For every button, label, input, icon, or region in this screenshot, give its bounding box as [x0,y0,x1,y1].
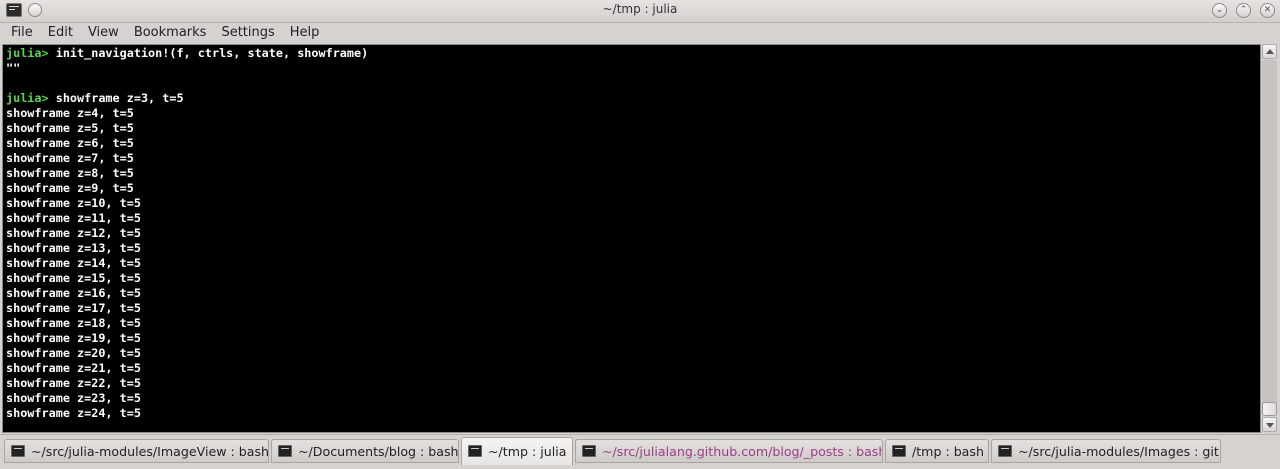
tab-tmp-bash[interactable]: /tmp : bash [885,439,989,463]
terminal-text: showframe z=24, t=5 [6,406,141,420]
terminal-line: showframe z=9, t=5 [6,181,368,196]
minimize-icon[interactable]: ⌄ [1212,3,1227,18]
tab-images-git[interactable]: ~/src/julia-modules/Images : git [991,439,1221,463]
terminal-line: julia> init_navigation!(f, ctrls, state,… [6,46,368,61]
terminal-text: showframe z=16, t=5 [6,286,141,300]
terminal-text: showframe z=11, t=5 [6,211,141,225]
terminal-line: showframe z=14, t=5 [6,256,368,271]
terminal-line: showframe z=13, t=5 [6,241,368,256]
scroll-down-icon[interactable] [1262,417,1277,432]
terminal-text: showframe z=12, t=5 [6,226,141,240]
terminal-line: showframe z=10, t=5 [6,196,368,211]
title-bar[interactable]: ~/tmp : julia ⌄ ⌃ ✕ [0,0,1280,23]
terminal-text: showframe z=17, t=5 [6,301,141,315]
menu-help[interactable]: Help [283,23,327,43]
terminal-text: showframe z=3, t=5 [55,91,184,105]
terminal-line: showframe z=8, t=5 [6,166,368,181]
terminal-line: "" [6,61,368,76]
tab-posts-bash[interactable]: ~/src/julialang.github.com/blog/_posts :… [575,439,883,463]
terminal-text: showframe z=15, t=5 [6,271,141,285]
terminal-text: showframe z=7, t=5 [6,151,134,165]
terminal-text: showframe z=5, t=5 [6,121,134,135]
terminal-line: showframe z=22, t=5 [6,376,368,391]
terminal-text: showframe z=9, t=5 [6,181,134,195]
terminal-text: showframe z=8, t=5 [6,166,134,180]
terminal-scrollbar[interactable] [1261,44,1278,433]
terminal-tab-icon [582,445,596,457]
menu-view[interactable]: View [81,23,126,43]
konsole-window: ~/tmp : julia ⌄ ⌃ ✕ File Edit View Bookm… [0,0,1280,469]
terminal-line: showframe z=23, t=5 [6,391,368,406]
maximize-icon[interactable]: ⌃ [1236,3,1251,18]
terminal-line: julia> showframe z=3, t=5 [6,91,368,106]
terminal-text: showframe z=14, t=5 [6,256,141,270]
tab-blog-bash[interactable]: ~/Documents/blog : bash [271,439,459,463]
terminal-line: showframe z=16, t=5 [6,286,368,301]
julia-prompt: julia> [6,91,56,105]
terminal-text: showframe z=13, t=5 [6,241,141,255]
terminal-line: showframe z=7, t=5 [6,151,368,166]
terminal-lines: julia> init_navigation!(f, ctrls, state,… [6,46,368,421]
terminal-text: showframe z=19, t=5 [6,331,141,345]
terminal-tab-icon [278,445,292,457]
terminal-text: showframe z=10, t=5 [6,196,141,210]
tab-label: ~/src/julia-modules/ImageView : bash [31,444,269,459]
terminal-tab-icon [468,445,482,457]
terminal-line: showframe z=4, t=5 [6,106,368,121]
terminal-line: showframe z=21, t=5 [6,361,368,376]
session-tab-bar: ~/src/julia-modules/ImageView : bash ~/D… [0,434,1280,469]
tab-label: ~/Documents/blog : bash [298,444,459,459]
terminal-text: showframe z=21, t=5 [6,361,141,375]
terminal-line: showframe z=19, t=5 [6,331,368,346]
terminal-text: showframe z=18, t=5 [6,316,141,330]
terminal-tab-icon [11,445,25,457]
terminal-line: showframe z=15, t=5 [6,271,368,286]
terminal-output[interactable]: julia> init_navigation!(f, ctrls, state,… [2,44,1261,433]
terminal-line: showframe z=17, t=5 [6,301,368,316]
terminal-line: showframe z=11, t=5 [6,211,368,226]
terminal-line: showframe z=18, t=5 [6,316,368,331]
terminal-text: showframe z=20, t=5 [6,346,141,360]
menu-file[interactable]: File [4,23,40,43]
tab-label: ~/src/julialang.github.com/blog/_posts :… [602,444,883,459]
terminal-line: showframe z=20, t=5 [6,346,368,361]
terminal-tab-icon [998,445,1012,457]
julia-prompt: julia> [6,46,56,60]
terminal-text: showframe z=23, t=5 [6,391,141,405]
terminal-line: showframe z=5, t=5 [6,121,368,136]
scrollbar-thumb[interactable] [1262,402,1277,416]
scroll-up-icon[interactable] [1262,44,1277,59]
tab-label: /tmp : bash [912,444,984,459]
close-icon[interactable]: ✕ [1260,3,1275,18]
menu-bar: File Edit View Bookmarks Settings Help [0,23,1280,43]
terminal-text: showframe z=22, t=5 [6,376,141,390]
tab-imageview-bash[interactable]: ~/src/julia-modules/ImageView : bash [4,439,269,463]
terminal-line: showframe z=24, t=5 [6,406,368,421]
menu-edit[interactable]: Edit [41,23,80,43]
tab-tmp-julia[interactable]: ~/tmp : julia [461,437,573,465]
window-title: ~/tmp : julia [602,2,678,16]
terminal-line: showframe z=12, t=5 [6,226,368,241]
terminal-text: "" [6,61,21,75]
scrollbar-track[interactable] [1262,60,1277,416]
menu-bookmarks[interactable]: Bookmarks [127,23,214,43]
menu-settings[interactable]: Settings [214,23,281,43]
terminal-line: showframe z=6, t=5 [6,136,368,151]
terminal-text: init_navigation!(f, ctrls, state, showfr… [55,46,369,60]
terminal-text: showframe z=6, t=5 [6,136,134,150]
tab-label: ~/tmp : julia [488,444,567,459]
tab-label: ~/src/julia-modules/Images : git [1018,444,1219,459]
terminal-tab-icon [892,445,906,457]
terminal-text: showframe z=4, t=5 [6,106,134,120]
